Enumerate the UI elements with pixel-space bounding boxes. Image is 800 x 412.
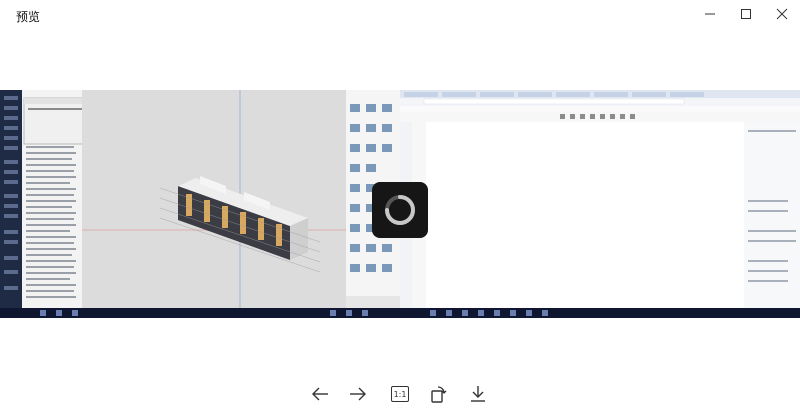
download-button[interactable] (464, 380, 492, 408)
close-icon (776, 8, 788, 20)
actual-size-button[interactable]: 1:1 (386, 380, 414, 408)
window-title: 预览 (16, 10, 41, 24)
close-button[interactable] (764, 0, 800, 28)
arrow-right-icon (350, 387, 366, 401)
download-icon (471, 386, 485, 402)
previous-button[interactable] (306, 380, 334, 408)
next-button[interactable] (344, 380, 372, 408)
arrow-left-icon (312, 387, 328, 401)
minimize-button[interactable] (692, 0, 728, 28)
title-bar: 预览 (0, 0, 800, 32)
minimize-icon (705, 13, 715, 15)
loading-spinner-icon (385, 195, 415, 225)
preview-toolbar: 1:1 (0, 376, 800, 408)
actual-size-label: 1:1 (393, 389, 407, 399)
loading-spinner (372, 182, 428, 238)
maximize-button[interactable] (728, 0, 764, 28)
rotate-button[interactable] (424, 380, 452, 408)
one-to-one-icon: 1:1 (391, 386, 409, 402)
maximize-icon (741, 9, 751, 19)
rotate-icon (431, 386, 447, 403)
